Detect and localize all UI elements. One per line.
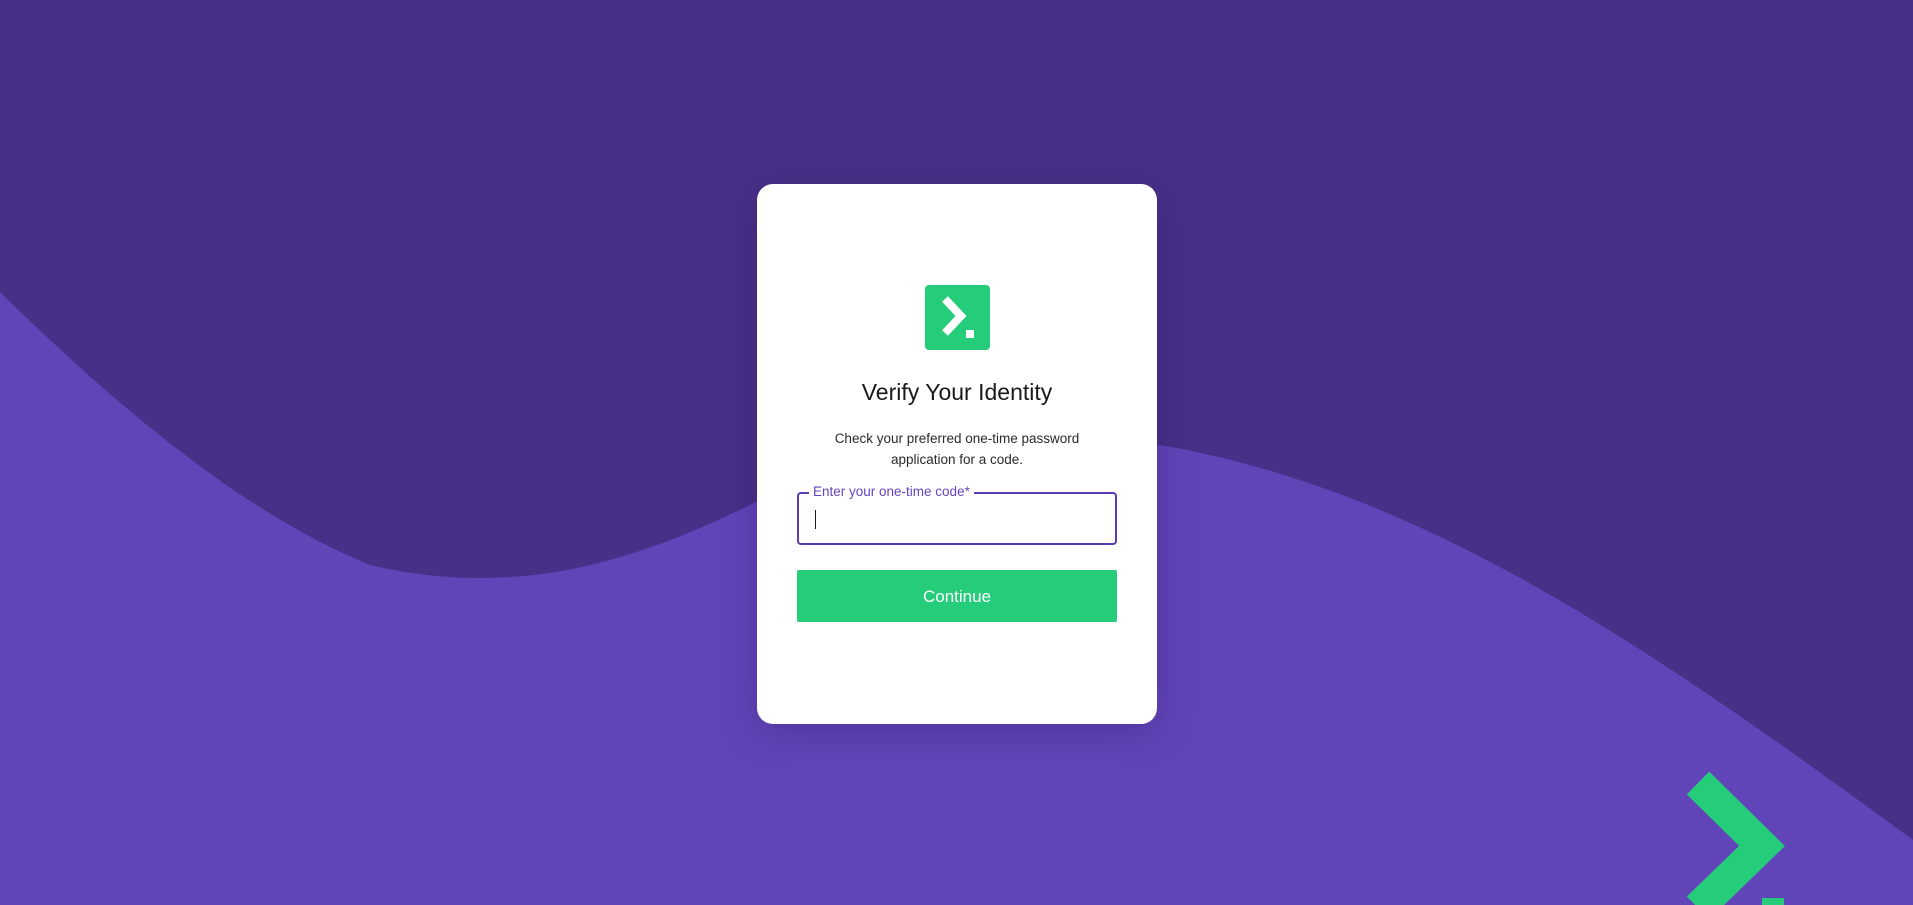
page-title: Verify Your Identity — [861, 379, 1053, 405]
one-time-code-field[interactable]: Enter your one-time code* — [797, 484, 1117, 545]
continue-button[interactable]: Continue — [797, 570, 1117, 622]
verify-card: Verify Your Identity Check your preferre… — [757, 184, 1157, 724]
one-time-code-input[interactable] — [813, 506, 1103, 532]
instructions-text: Check your preferred one-time password a… — [834, 431, 1080, 467]
login-page: Verify Your Identity Check your preferre… — [0, 0, 1913, 905]
text-caret — [815, 510, 816, 529]
one-time-code-label: Enter your one-time code* — [809, 484, 974, 500]
brand-chevron-icon — [925, 285, 990, 350]
